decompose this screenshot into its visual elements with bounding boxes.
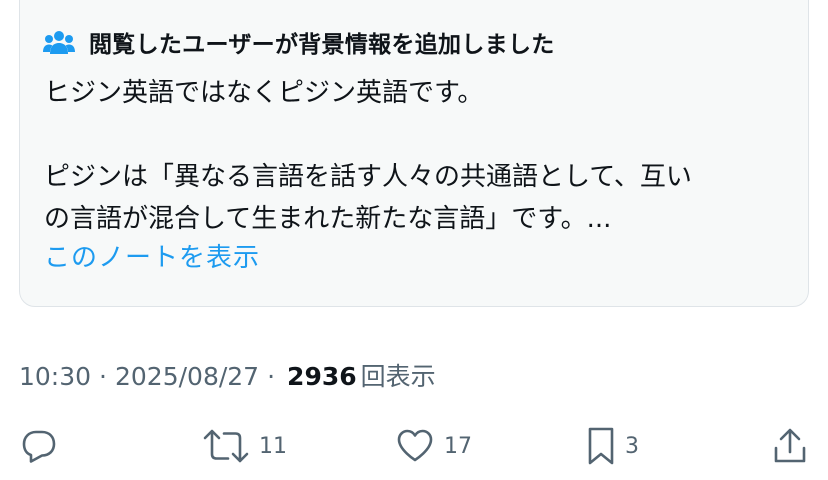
people-icon [43, 30, 75, 54]
meta-separator: · [99, 362, 107, 391]
share-button[interactable] [773, 426, 807, 466]
share-icon [773, 427, 807, 465]
bookmark-button[interactable]: 3 [587, 426, 639, 466]
like-count: 17 [444, 433, 472, 459]
note-line: の言語が混合して生まれた新たな言語」です。... [44, 204, 612, 234]
community-note-header: 閲覧したユーザーが背景情報を追加しました [43, 26, 555, 58]
reply-button[interactable] [21, 426, 57, 466]
repost-count: 11 [259, 433, 287, 459]
repost-icon [203, 428, 249, 464]
like-button[interactable]: 17 [396, 426, 472, 466]
views-count: 2936 [287, 362, 357, 391]
note-line: ヒジン英語ではなくピジン英語です。 [44, 78, 484, 108]
community-note-body: ヒジン英語ではなくピジン英語です。 ピジンは「異なる言語を話す人々の共通語として… [44, 72, 764, 240]
note-line: ピジンは「異なる言語を話す人々の共通語として、互い [44, 162, 692, 192]
post-meta: 10:30 · 2025/08/27 · 2936 回表示 [19, 357, 436, 397]
repost-button[interactable]: 11 [203, 426, 287, 466]
show-note-link[interactable]: このノートを表示 [44, 238, 260, 278]
bookmark-icon [587, 426, 615, 466]
heart-icon [396, 428, 434, 464]
post-date[interactable]: 2025/08/27 [115, 357, 259, 397]
post-time[interactable]: 10:30 [19, 357, 91, 397]
community-note-title: 閲覧したユーザーが背景情報を追加しました [89, 32, 555, 58]
reply-icon [21, 428, 57, 464]
views-label: 回表示 [360, 362, 436, 391]
bookmark-count: 3 [625, 433, 639, 459]
meta-separator: · [267, 362, 276, 391]
